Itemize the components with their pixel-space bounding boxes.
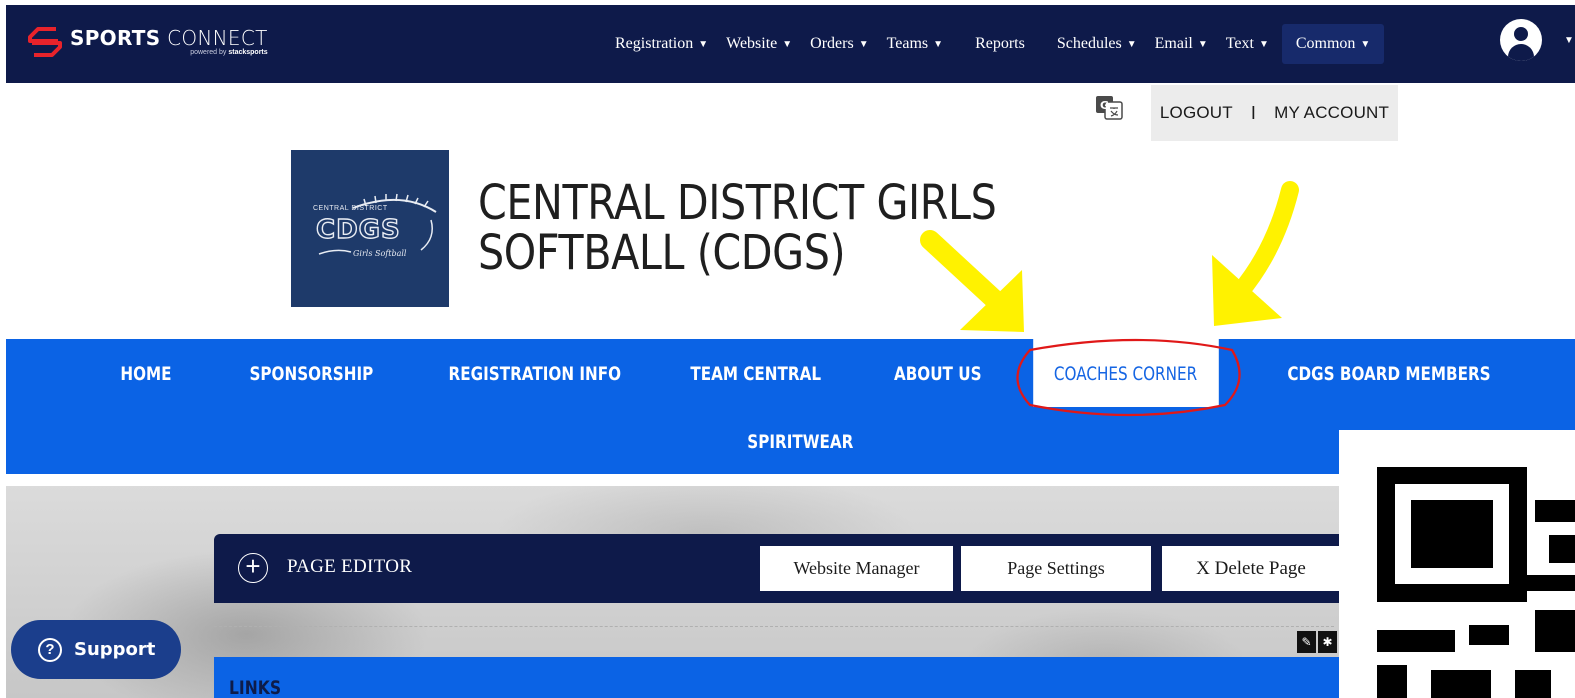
nav-item-home[interactable]: HOME bbox=[120, 363, 171, 385]
page-editor-bar: + PAGE EDITOR Website Manager Page Setti… bbox=[214, 534, 1354, 603]
page-title: CENTRAL DISTRICT GIRLS SOFTBALL (CDGS) bbox=[478, 175, 997, 281]
caret-down-icon: ▼ bbox=[933, 38, 944, 50]
admin-nav-reports[interactable]: Reports bbox=[966, 24, 1034, 64]
qr-code-overlay bbox=[1339, 430, 1575, 698]
admin-nav-label: Common bbox=[1295, 35, 1356, 52]
page-settings-button[interactable]: Page Settings bbox=[961, 546, 1151, 591]
nav-item-cdgs-board-members[interactable]: CDGS BOARD MEMBERS bbox=[1287, 363, 1490, 385]
admin-nav-label: Website bbox=[726, 35, 778, 52]
admin-nav-email[interactable]: Email ▼ bbox=[1146, 24, 1217, 64]
svg-text:G: G bbox=[1100, 99, 1109, 112]
user-menu-caret-icon[interactable]: ▼ bbox=[1564, 35, 1574, 46]
caret-down-icon: ▼ bbox=[1197, 38, 1208, 50]
delete-page-button[interactable]: X Delete Page bbox=[1162, 546, 1340, 591]
pencil-icon[interactable]: ✎ bbox=[1297, 631, 1316, 653]
website-manager-button[interactable]: Website Manager bbox=[760, 546, 953, 591]
admin-nav-text[interactable]: Text ▼ bbox=[1217, 24, 1278, 64]
admin-nav-registration[interactable]: Registration ▼ bbox=[606, 24, 717, 64]
nav-item-coaches-corner[interactable]: COACHES CORNER bbox=[1054, 363, 1197, 385]
club-logo-line1: CENTRAL DISTRICT bbox=[313, 205, 388, 212]
admin-nav-label: Email bbox=[1154, 35, 1193, 52]
club-logo[interactable]: CENTRAL DISTRICT CDGS Girls Softball bbox=[291, 150, 449, 307]
qr-code-icon bbox=[1377, 467, 1575, 698]
nav-item-about-us[interactable]: ABOUT US bbox=[894, 363, 982, 385]
nav-item-spiritwear[interactable]: SPIRITWEAR bbox=[747, 431, 853, 453]
support-button[interactable]: ? Support bbox=[11, 620, 181, 679]
help-circle-icon: ? bbox=[38, 637, 62, 662]
yellow-arrow-right-icon bbox=[1212, 181, 1299, 326]
admin-nav-label: Teams bbox=[886, 35, 929, 52]
sports-connect-logo[interactable]: SPORTS CONNECT powered by stacksports bbox=[26, 23, 268, 61]
user-avatar-icon[interactable] bbox=[1500, 19, 1542, 61]
admin-nav-label: Text bbox=[1225, 35, 1254, 52]
brand-bold: SPORTS bbox=[70, 26, 161, 50]
brand-light: CONNECT bbox=[167, 26, 268, 50]
sports-connect-logo-icon bbox=[28, 27, 62, 57]
admin-nav-label: Registration bbox=[615, 35, 694, 52]
admin-nav: Registration ▼ Website ▼ Orders ▼ Teams ▼ Re… bbox=[606, 5, 1385, 83]
nav-item-registration-info[interactable]: REGISTRATION INFO bbox=[449, 363, 621, 385]
google-translate-icon[interactable]: G bbox=[1096, 96, 1124, 120]
admin-nav-teams[interactable]: Teams ▼ bbox=[878, 24, 952, 64]
club-logo-script: Girls Softball bbox=[353, 249, 407, 258]
admin-nav-label: Schedules bbox=[1056, 35, 1122, 52]
caret-down-icon: ▼ bbox=[858, 38, 869, 50]
admin-nav-label: Orders bbox=[810, 35, 854, 52]
club-logo-main: CDGS bbox=[315, 214, 401, 245]
logout-link[interactable]: LOGOUT bbox=[1160, 103, 1233, 123]
admin-nav-schedules[interactable]: Schedules ▼ bbox=[1048, 24, 1146, 64]
caret-down-icon: ▼ bbox=[698, 38, 709, 50]
page-editor-label[interactable]: PAGE EDITOR bbox=[287, 556, 412, 578]
admin-nav-orders[interactable]: Orders ▼ bbox=[801, 24, 877, 64]
caret-down-icon: ▼ bbox=[782, 38, 793, 50]
section-edit-tools: ✎ ✱ bbox=[1297, 631, 1337, 653]
brand-powered: powered by bbox=[190, 49, 227, 56]
admin-nav-common[interactable]: Common ▼ bbox=[1281, 24, 1385, 64]
brand-powered-name: stacksports bbox=[228, 49, 268, 56]
caret-down-icon: ▼ bbox=[1360, 38, 1371, 50]
my-account-link[interactable]: MY ACCOUNT bbox=[1274, 103, 1389, 123]
admin-nav-website[interactable]: Website ▼ bbox=[717, 24, 801, 64]
nav-item-sponsorship[interactable]: SPONSORSHIP bbox=[249, 363, 373, 385]
links-section-header: LINKS bbox=[214, 657, 1344, 698]
account-links: LOGOUT I MY ACCOUNT bbox=[1151, 85, 1398, 141]
section-divider bbox=[214, 626, 1334, 627]
caret-down-icon: ▼ bbox=[1126, 38, 1137, 50]
nav-item-team-central[interactable]: TEAM CENTRAL bbox=[690, 363, 821, 385]
support-label: Support bbox=[74, 639, 156, 660]
account-separator: I bbox=[1250, 102, 1257, 123]
links-title: LINKS bbox=[229, 677, 282, 698]
plus-circle-icon[interactable]: + bbox=[238, 553, 268, 583]
admin-nav-label: Reports bbox=[975, 35, 1025, 52]
gear-icon[interactable]: ✱ bbox=[1318, 631, 1337, 653]
caret-down-icon: ▼ bbox=[1258, 38, 1269, 50]
admin-top-bar: SPORTS CONNECT powered by stacksports Re… bbox=[6, 5, 1575, 83]
